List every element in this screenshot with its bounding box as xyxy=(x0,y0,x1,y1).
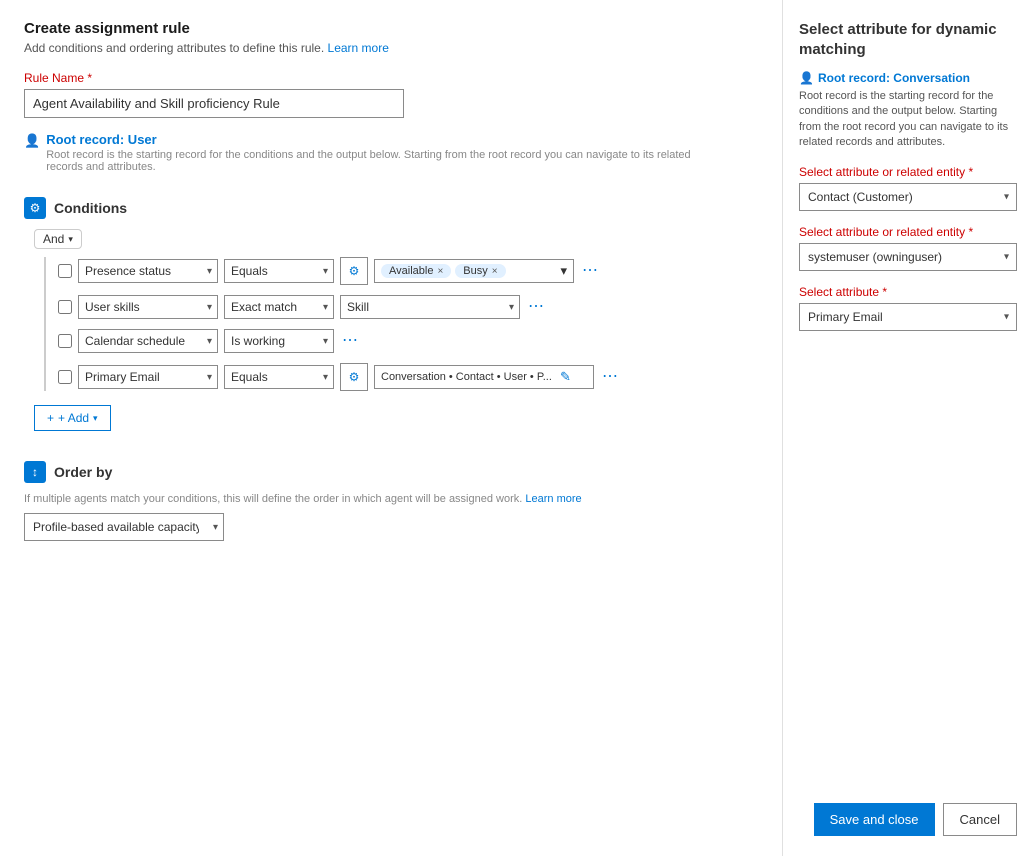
value-select-2[interactable]: Skill xyxy=(340,295,520,319)
tag-available: Available × xyxy=(381,264,451,278)
condition-row-3: Calendar schedule Is working ⋯ xyxy=(58,329,758,353)
cancel-button[interactable]: Cancel xyxy=(943,803,1017,836)
field-select-2[interactable]: User skills xyxy=(78,295,218,319)
side-select-3[interactable]: Primary Email xyxy=(799,303,1017,331)
side-select-wrapper-3: Primary Email xyxy=(799,303,1017,331)
main-panel: Create assignment rule Add conditions an… xyxy=(0,0,783,856)
order-by-select[interactable]: Profile-based available capacity xyxy=(24,513,224,541)
operator-select-1[interactable]: Equals xyxy=(224,259,334,283)
condition-row-1-checkbox[interactable] xyxy=(58,264,72,278)
root-record-title: Root record: User xyxy=(46,132,726,147)
side-field-2-label: Select attribute or related entity * xyxy=(799,225,1017,239)
field-select-1[interactable]: Presence status xyxy=(78,259,218,283)
condition-row-1: Presence status Equals ⚙ Available × Bus… xyxy=(58,257,758,285)
side-select-wrapper-2: systemuser (owninguser) xyxy=(799,243,1017,271)
tag-busy-close[interactable]: × xyxy=(492,266,498,277)
side-panel: Select attribute for dynamic matching 👤 … xyxy=(783,0,1033,856)
order-by-section: ↕ Order by If multiple agents match your… xyxy=(24,461,758,541)
conditions-body: And ▾ Presence status Equals ⚙ xyxy=(34,229,758,431)
root-record-icon: 👤 xyxy=(24,133,40,149)
side-field-3-label: Select attribute * xyxy=(799,285,1017,299)
operator-select-wrapper-3: Is working xyxy=(224,329,334,353)
condition-row-2: User skills Exact match Skill ⋯ xyxy=(58,295,758,319)
conditions-list: Presence status Equals ⚙ Available × Bus… xyxy=(44,257,758,391)
operator-select-2[interactable]: Exact match xyxy=(224,295,334,319)
order-by-icon: ↕ xyxy=(24,461,46,483)
rule-name-group: Rule Name * xyxy=(24,71,758,118)
field-select-4[interactable]: Primary Email xyxy=(78,365,218,389)
page-subtitle: Add conditions and ordering attributes t… xyxy=(24,41,758,55)
side-root-record-label: Root record: Conversation xyxy=(818,71,970,85)
conditions-title: Conditions xyxy=(54,200,127,216)
and-operator[interactable]: And ▾ xyxy=(34,229,82,249)
operator-select-4[interactable]: Equals xyxy=(224,365,334,389)
tag-available-close[interactable]: × xyxy=(437,266,443,277)
field-select-wrapper-1: Presence status xyxy=(78,259,218,283)
side-field-3: Select attribute * Primary Email xyxy=(799,285,1017,345)
row-4-more-options[interactable]: ⋯ xyxy=(600,369,620,385)
order-learn-more-link[interactable]: Learn more xyxy=(525,493,581,505)
condition-row-4-checkbox[interactable] xyxy=(58,370,72,384)
field-select-wrapper-2: User skills xyxy=(78,295,218,319)
add-condition-button[interactable]: + + Add ▾ xyxy=(34,405,111,431)
row-3-more-options[interactable]: ⋯ xyxy=(340,333,360,349)
side-field-1: Select attribute or related entity * Con… xyxy=(799,165,1017,225)
edit-icon-4[interactable]: ✎ xyxy=(560,369,571,385)
conditions-header: ⚙ Conditions xyxy=(24,197,758,219)
condition-row-4: Primary Email Equals ⚙ Conversation • Co… xyxy=(58,363,758,391)
and-chevron-icon: ▾ xyxy=(68,234,73,245)
value-tags-1: Available × Busy × ▾ xyxy=(374,259,574,283)
order-by-header: ↕ Order by xyxy=(24,461,758,483)
side-root-record-description: Root record is the starting record for t… xyxy=(799,89,1017,151)
side-root-record-icon: 👤 xyxy=(799,71,814,85)
value-select-wrapper-2: Skill xyxy=(340,295,520,319)
page-title: Create assignment rule xyxy=(24,20,758,37)
conditions-icon: ⚙ xyxy=(24,197,46,219)
condition-row-2-checkbox[interactable] xyxy=(58,300,72,314)
dynamic-match-icon-1[interactable]: ⚙ xyxy=(340,257,368,285)
save-and-close-button[interactable]: Save and close xyxy=(814,803,935,836)
side-select-1[interactable]: Contact (Customer) xyxy=(799,183,1017,211)
footer-buttons: Save and close Cancel xyxy=(814,803,1017,836)
add-condition-wrapper: + + Add ▾ xyxy=(34,401,758,431)
condition-row-3-checkbox[interactable] xyxy=(58,334,72,348)
order-by-title: Order by xyxy=(54,464,112,480)
field-select-3[interactable]: Calendar schedule xyxy=(78,329,218,353)
side-select-wrapper-1: Contact (Customer) xyxy=(799,183,1017,211)
side-select-2[interactable]: systemuser (owninguser) xyxy=(799,243,1017,271)
side-field-2: Select attribute or related entity * sys… xyxy=(799,225,1017,285)
root-record-description: Root record is the starting record for t… xyxy=(46,149,726,173)
tag-busy: Busy × xyxy=(455,264,505,278)
operator-select-wrapper-2: Exact match xyxy=(224,295,334,319)
operator-select-wrapper-1: Equals xyxy=(224,259,334,283)
operator-select-wrapper-4: Equals xyxy=(224,365,334,389)
side-field-1-label: Select attribute or related entity * xyxy=(799,165,1017,179)
operator-select-3[interactable]: Is working xyxy=(224,329,334,353)
dynamic-match-icon-4[interactable]: ⚙ xyxy=(340,363,368,391)
side-root-record: 👤 Root record: Conversation xyxy=(799,71,1017,85)
row-1-more-options[interactable]: ⋯ xyxy=(580,263,600,279)
root-record-section: 👤 Root record: User Root record is the s… xyxy=(24,132,758,173)
order-by-description: If multiple agents match your conditions… xyxy=(24,493,724,505)
side-panel-title: Select attribute for dynamic matching xyxy=(799,20,1017,59)
field-select-wrapper-3: Calendar schedule xyxy=(78,329,218,353)
row-2-more-options[interactable]: ⋯ xyxy=(526,299,546,315)
order-by-select-wrapper: Profile-based available capacity xyxy=(24,513,224,541)
rule-name-input[interactable] xyxy=(24,89,404,118)
field-select-wrapper-4: Primary Email xyxy=(78,365,218,389)
value-chevron-1: ▾ xyxy=(560,263,567,279)
rule-name-label: Rule Name * xyxy=(24,71,758,85)
add-chevron-icon: ▾ xyxy=(93,413,98,424)
add-icon: + xyxy=(47,411,54,425)
value-text-4: Conversation • Contact • User • P... ✎ xyxy=(374,365,594,389)
learn-more-link[interactable]: Learn more xyxy=(328,41,389,55)
